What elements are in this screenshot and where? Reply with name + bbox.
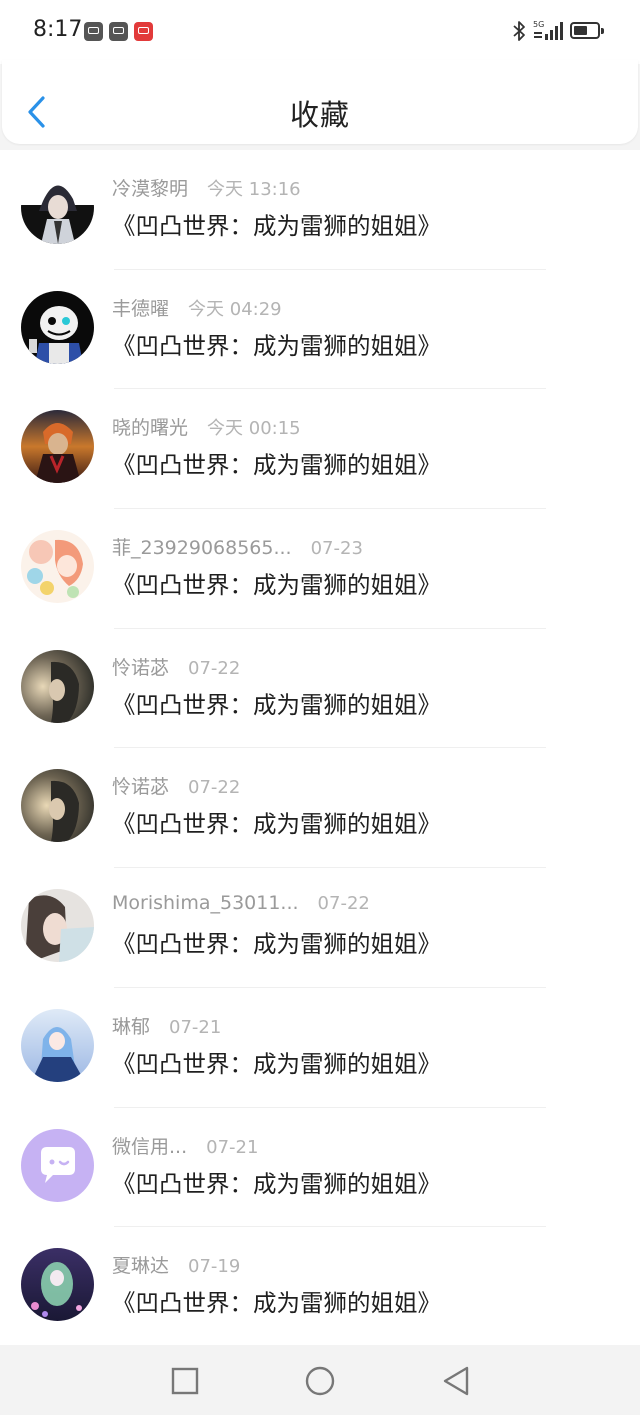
user-name[interactable]: 夏琳达 — [112, 1255, 169, 1277]
message-icon — [109, 22, 128, 41]
list-item[interactable]: 怜诺苾 07-22 《凹凸世界：成为雷狮的姐姐》 — [0, 629, 640, 749]
avatar[interactable] — [21, 1128, 94, 1202]
clock: 8:17 — [33, 17, 83, 42]
app-notification-icon — [134, 22, 153, 41]
favorite-title[interactable]: 《凹凸世界：成为雷狮的姐姐》 — [112, 566, 441, 600]
5g-signal-icon: 5G — [533, 20, 563, 40]
timestamp: 今天 00:15 — [207, 418, 301, 440]
timestamp: 07-19 — [188, 1256, 241, 1278]
timestamp: 07-21 — [169, 1016, 222, 1038]
list-item[interactable]: 丰德曜 今天 04:29 《凹凸世界：成为雷狮的姐姐》 — [0, 270, 640, 390]
status-bar: 8:17 5G — [0, 0, 640, 64]
timestamp: 07-21 — [206, 1136, 259, 1158]
list-item[interactable]: 琳郁 07-21 《凹凸世界：成为雷狮的姐姐》 — [0, 988, 640, 1108]
back-icon[interactable] — [439, 1364, 473, 1398]
user-name[interactable]: 冷漠黎明 — [112, 178, 188, 200]
list-item[interactable]: 夏琳达 07-19 《凹凸世界：成为雷狮的姐姐》 — [0, 1227, 640, 1345]
avatar[interactable] — [21, 410, 94, 484]
favorite-title[interactable]: 《凹凸世界：成为雷狮的姐姐》 — [112, 446, 441, 480]
favorite-title[interactable]: 《凹凸世界：成为雷狮的姐姐》 — [112, 1045, 441, 1079]
favorite-title[interactable]: 《凹凸世界：成为雷狮的姐姐》 — [112, 1165, 441, 1199]
favorite-title[interactable]: 《凹凸世界：成为雷狮的姐姐》 — [112, 1284, 441, 1318]
favorite-title[interactable]: 《凹凸世界：成为雷狮的姐姐》 — [112, 207, 441, 241]
favorite-title[interactable]: 《凹凸世界：成为雷狮的姐姐》 — [112, 686, 441, 720]
bluetooth-icon — [513, 21, 525, 41]
timestamp: 07-22 — [188, 777, 241, 799]
avatar[interactable] — [21, 530, 94, 604]
home-icon[interactable] — [303, 1364, 337, 1398]
favorite-title[interactable]: 《凹凸世界：成为雷狮的姐姐》 — [112, 327, 441, 361]
timestamp: 07-22 — [317, 893, 370, 915]
list-item[interactable]: 微信用... 07-21 《凹凸世界：成为雷狮的姐姐》 — [0, 1108, 640, 1228]
avatar[interactable] — [21, 290, 94, 364]
user-name[interactable]: 菲_23929068565... — [112, 537, 292, 559]
list-item[interactable]: 晓的曙光 今天 00:15 《凹凸世界：成为雷狮的姐姐》 — [0, 389, 640, 510]
user-name[interactable]: 丰德曜 — [112, 298, 169, 320]
recent-apps-icon[interactable] — [169, 1364, 203, 1398]
list-item[interactable]: 怜诺苾 07-22 《凹凸世界：成为雷狮的姐姐》 — [0, 748, 640, 869]
timestamp: 今天 13:16 — [207, 179, 301, 200]
header: 收藏 — [2, 60, 638, 144]
user-name[interactable]: 琳郁 — [112, 1016, 150, 1038]
avatar[interactable] — [21, 769, 94, 843]
battery-icon — [570, 22, 604, 39]
list-item[interactable]: 冷漠黎明 今天 13:16 《凹凸世界：成为雷狮的姐姐》 — [0, 150, 640, 270]
avatar[interactable] — [21, 1248, 94, 1322]
user-name[interactable]: Morishima_53011... — [112, 892, 299, 914]
favorites-list: 冷漠黎明 今天 13:16 《凹凸世界：成为雷狮的姐姐》 丰德曜 今天 04:29 … — [0, 150, 640, 1345]
favorite-title[interactable]: 《凹凸世界：成为雷狮的姐姐》 — [112, 925, 441, 959]
timestamp: 07-22 — [188, 657, 241, 679]
avatar[interactable] — [21, 649, 94, 723]
timestamp: 07-23 — [310, 538, 363, 560]
user-name[interactable]: 怜诺苾 — [112, 657, 169, 679]
avatar[interactable] — [21, 889, 94, 963]
message-icon — [84, 22, 103, 41]
list-item[interactable]: Morishima_53011... 07-22 《凹凸世界：成为雷狮的姐姐》 — [0, 868, 640, 988]
timestamp: 今天 04:29 — [188, 298, 282, 320]
favorite-title[interactable]: 《凹凸世界：成为雷狮的姐姐》 — [112, 805, 441, 839]
list-item[interactable]: 菲_23929068565... 07-23 《凹凸世界：成为雷狮的姐姐》 — [0, 509, 640, 629]
user-name[interactable]: 晓的曙光 — [112, 417, 188, 439]
user-name[interactable]: 微信用... — [112, 1136, 187, 1158]
system-nav-bar — [0, 1345, 640, 1415]
page-title: 收藏 — [289, 98, 350, 132]
avatar[interactable] — [21, 1008, 94, 1082]
svg-text:5G: 5G — [533, 20, 544, 29]
user-name[interactable]: 怜诺苾 — [112, 776, 169, 798]
avatar[interactable] — [21, 171, 94, 244]
